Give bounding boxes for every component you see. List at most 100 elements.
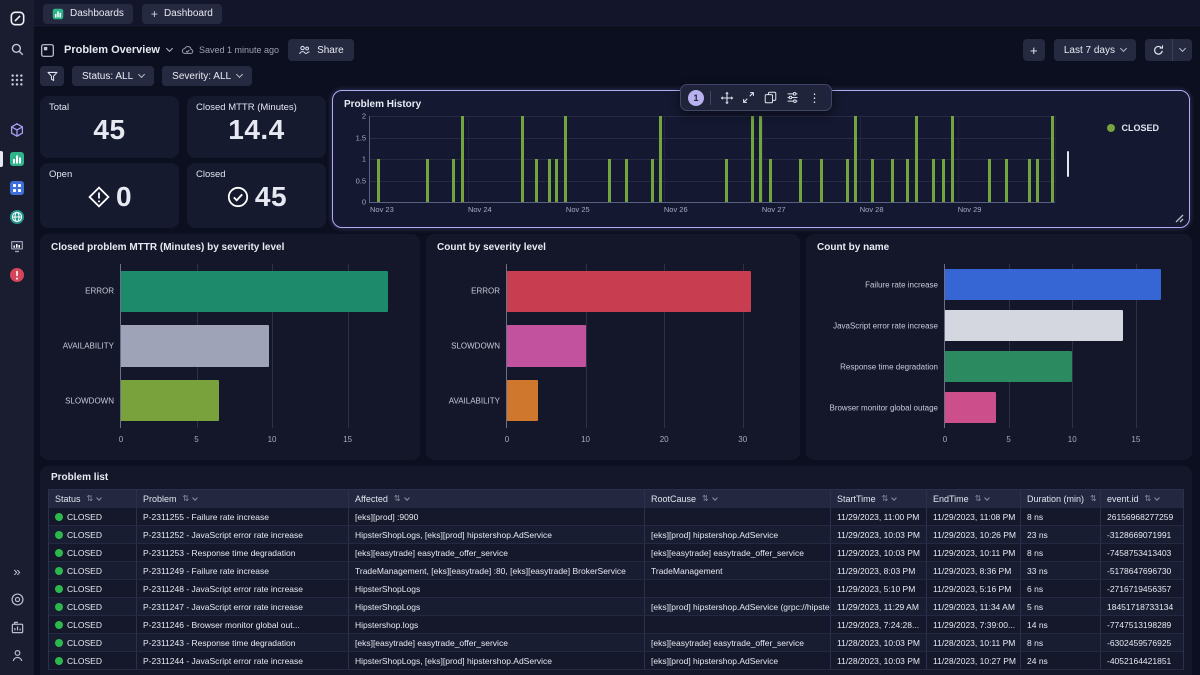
sort-icon[interactable]: ⇅ [394,494,401,503]
sidebar-item-problems-icon[interactable] [7,265,27,285]
bar[interactable] [945,269,1161,300]
search-icon[interactable] [7,39,27,59]
board-icon[interactable] [40,43,55,58]
kpi-tile-closed-mttr[interactable]: Closed MTTR (Minutes) 14.4 [187,96,326,158]
chevron-down-icon[interactable] [404,495,410,501]
timeline-bar[interactable] [751,116,754,202]
column-header-end[interactable]: EndTime⇅ [927,490,1021,507]
sort-icon[interactable]: ⇅ [702,494,709,503]
table-row[interactable]: CLOSEDP-2311252 - JavaScript error rate … [49,526,1183,544]
chevron-down-icon[interactable] [1154,495,1160,501]
tile-count-by-severity[interactable]: Count by severity level ERRORSLOWDOWNAVA… [426,234,800,460]
release-monitor-icon[interactable] [7,617,27,637]
bar[interactable] [121,380,219,422]
table-row[interactable]: CLOSEDP-2311253 - Response time degradat… [49,544,1183,562]
timeline-bar[interactable] [725,159,728,202]
timeline-bar[interactable] [871,159,874,202]
tab-dashboards[interactable]: Dashboards [43,4,133,24]
bar[interactable] [945,310,1123,341]
timeline-bar[interactable] [846,159,849,202]
expand-icon[interactable] [739,88,758,107]
timeline-bar[interactable] [1028,159,1031,202]
timeline-bar[interactable] [564,116,567,202]
table-row[interactable]: CLOSEDP-2311243 - Response time degradat… [49,634,1183,652]
tile-mttr-by-severity[interactable]: Closed problem MTTR (Minutes) by severit… [40,234,420,460]
bar[interactable] [507,380,538,422]
app-grid-icon[interactable] [7,70,27,90]
resize-handle-icon[interactable] [1173,212,1184,223]
column-header-start[interactable]: StartTime⇅ [831,490,927,507]
timeline-bar[interactable] [521,116,524,202]
timeline-bar[interactable] [608,159,611,202]
bar[interactable] [945,351,1072,382]
timeline-bar[interactable] [461,116,464,202]
column-header-affected[interactable]: Affected⇅ [349,490,645,507]
share-button[interactable]: Share [288,39,354,61]
bar[interactable] [121,271,388,313]
sort-icon[interactable]: ⇅ [87,494,94,503]
duplicate-icon[interactable] [761,88,780,107]
timeline-bar[interactable] [1036,159,1039,202]
kpi-tile-open[interactable]: Open 0 [40,163,179,228]
timeline-bar[interactable] [799,159,802,202]
timeline-bar[interactable] [625,159,628,202]
timeline-bar[interactable] [906,159,909,202]
timeline-bar[interactable] [932,159,935,202]
timeline-bar[interactable] [891,159,894,202]
time-range-selector[interactable]: Last 7 days [1054,39,1136,61]
sort-icon[interactable]: ⇅ [975,494,982,503]
table-row[interactable]: CLOSEDP-2311244 - JavaScript error rate … [49,652,1183,670]
sort-icon[interactable]: ⇅ [183,494,190,503]
timeline-bar[interactable] [555,159,558,202]
timeline-bar[interactable] [377,159,380,202]
bar[interactable] [507,325,586,367]
filter-chip-status[interactable]: Status: ALL [72,66,154,86]
chevron-down-icon[interactable] [712,495,718,501]
sidebar-item-dashboards-icon[interactable] [7,149,27,169]
timeline-bar[interactable] [535,159,538,202]
column-header-event_id[interactable]: event.id⇅ [1101,490,1185,507]
kpi-tile-closed[interactable]: Closed 45 [187,163,326,228]
sort-icon[interactable]: ⇅ [1145,494,1152,503]
timeline-bar[interactable] [915,116,918,202]
timeline-bar[interactable] [548,159,551,202]
chevron-down-icon[interactable] [192,495,198,501]
timeline-bar[interactable] [942,159,945,202]
timeline-bar[interactable] [651,159,654,202]
sidebar-item-services-icon[interactable] [7,120,27,140]
table-row[interactable]: CLOSEDP-2311255 - Failure rate increase[… [49,508,1183,526]
sidebar-expand-icon[interactable]: » [7,561,27,581]
sidebar-item-synthetic-icon[interactable] [7,236,27,256]
filter-chip-severity[interactable]: Severity: ALL [162,66,252,86]
timeline-bar[interactable] [1005,159,1008,202]
refresh-button[interactable] [1145,39,1172,61]
add-tile-button[interactable]: + [1023,39,1045,61]
timeline-bar[interactable] [854,116,857,202]
kpi-tile-total[interactable]: Total 45 [40,96,179,158]
timeline-bar[interactable] [820,159,823,202]
table-row[interactable]: CLOSEDP-2311249 - Failure rate increaseT… [49,562,1183,580]
column-header-status[interactable]: Status⇅ [49,490,137,507]
filter-button[interactable] [40,66,64,86]
tab-dashboard[interactable]: + Dashboard [142,4,222,24]
table-row[interactable]: CLOSEDP-2311247 - JavaScript error rate … [49,598,1183,616]
timeline-bar[interactable] [452,159,455,202]
help-ring-icon[interactable] [7,589,27,609]
sidebar-item-apps-icon[interactable] [7,178,27,198]
tile-count-by-name[interactable]: Count by name Failure rate increaseJavaS… [806,234,1192,460]
table-row[interactable]: CLOSEDP-2311248 - JavaScript error rate … [49,580,1183,598]
bar[interactable] [507,271,751,313]
bar[interactable] [121,325,269,367]
bar[interactable] [945,392,996,423]
timeline-bar[interactable] [988,159,991,202]
more-options-icon[interactable]: ⋮ [805,88,824,107]
column-header-rootcause[interactable]: RootCause⇅ [645,490,831,507]
table-row[interactable]: CLOSEDP-2311246 - Browser monitor global… [49,616,1183,634]
account-icon[interactable] [7,645,27,665]
dashboard-title-menu[interactable]: Problem Overview [64,44,172,56]
timeline-bar[interactable] [659,116,662,202]
column-header-problem[interactable]: Problem⇅ [137,490,349,507]
timeline-bar[interactable] [951,116,954,202]
chevron-down-icon[interactable] [96,495,102,501]
sort-icon[interactable]: ⇅ [882,494,889,503]
